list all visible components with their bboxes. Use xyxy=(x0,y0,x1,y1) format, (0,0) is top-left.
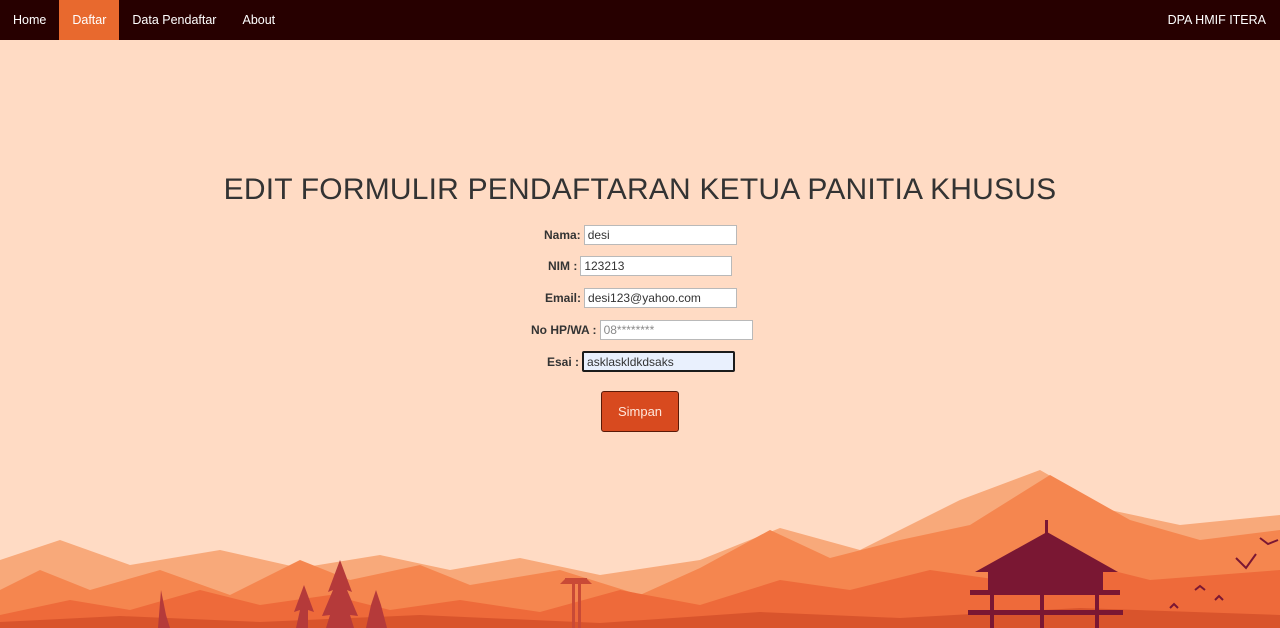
form-row-nama: Nama: xyxy=(544,225,737,245)
brand-name[interactable]: DPA HMIF ITERA xyxy=(1168,0,1280,40)
nohp-field[interactable] xyxy=(599,320,753,340)
form-row-esai: Esai : xyxy=(547,351,736,372)
esai-field[interactable] xyxy=(582,351,736,372)
email-label: Email: xyxy=(545,291,582,305)
nohp-label: No HP/WA : xyxy=(531,323,597,337)
nav-daftar[interactable]: Daftar xyxy=(59,0,120,40)
simpan-button[interactable]: Simpan xyxy=(601,391,679,432)
nav-home[interactable]: Home xyxy=(0,0,59,40)
nama-field[interactable] xyxy=(583,225,737,245)
top-navbar: Home Daftar Data Pendaftar About DPA HMI… xyxy=(0,0,1280,40)
email-field[interactable] xyxy=(584,288,738,308)
nav-data-pendaftar[interactable]: Data Pendaftar xyxy=(119,0,229,40)
nama-label: Nama: xyxy=(544,228,581,242)
page-title: EDIT FORMULIR PENDAFTARAN KETUA PANITIA … xyxy=(223,173,1057,206)
nav-about[interactable]: About xyxy=(229,0,288,40)
landscape-illustration xyxy=(0,470,1280,628)
form-row-nim: NIM : xyxy=(548,256,733,276)
nim-label: NIM : xyxy=(548,259,578,273)
form-row-nohp: No HP/WA : xyxy=(531,320,753,340)
form-row-email: Email: xyxy=(545,288,738,308)
nim-field[interactable] xyxy=(580,256,733,276)
esai-label: Esai : xyxy=(547,354,580,369)
